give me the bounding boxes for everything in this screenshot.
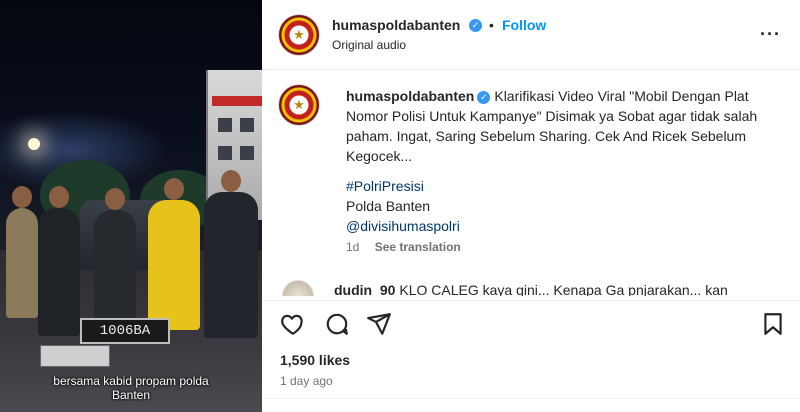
comment-item: dudin_90 KLO CALEG kaya gini... Kenapa G… xyxy=(262,272,800,296)
person xyxy=(38,186,80,336)
street-light xyxy=(28,138,40,150)
building-window xyxy=(240,118,254,132)
likes-count[interactable]: 1,590 likes xyxy=(280,352,350,368)
person xyxy=(94,188,136,330)
audio-label[interactable]: Original audio xyxy=(332,38,406,52)
caption-line-polda: Polda Banten xyxy=(346,198,431,214)
video-subtitle-line1: bersama kabid propam polda xyxy=(53,374,209,388)
post-time[interactable]: 1 day ago xyxy=(280,374,333,388)
follow-button[interactable]: Follow xyxy=(502,17,546,33)
heart-icon[interactable] xyxy=(280,311,306,337)
person xyxy=(148,178,200,330)
comment-icon[interactable] xyxy=(324,311,350,337)
author-username[interactable]: humaspoldabanten xyxy=(332,17,460,33)
action-bar xyxy=(262,300,800,344)
comment-text: KLO CALEG kaya gini... Kenapa Ga pnjarak… xyxy=(399,282,728,296)
license-plate-small xyxy=(40,345,110,367)
verified-badge-icon: ✓ xyxy=(469,19,482,32)
verified-badge-icon: ✓ xyxy=(477,91,491,104)
share-icon[interactable] xyxy=(366,311,392,337)
building-window xyxy=(240,146,254,160)
video-subtitle: bersama kabid propam polda Banten xyxy=(0,374,262,402)
video-subtitle-line2: Banten xyxy=(111,388,151,402)
caption-meta: 1d See translation xyxy=(346,240,461,254)
person xyxy=(6,186,38,318)
bookmark-icon[interactable] xyxy=(760,311,786,337)
commenter-username[interactable]: dudin_90 xyxy=(334,282,395,296)
comment-body: dudin_90 KLO CALEG kaya gini... Kenapa G… xyxy=(334,282,728,296)
caption-age: 1d xyxy=(346,240,360,254)
caption-username[interactable]: humaspoldabanten xyxy=(346,88,474,104)
building-stripe xyxy=(212,96,262,106)
see-translation-link[interactable]: See translation xyxy=(375,240,461,254)
mention-link[interactable]: @divisihumaspolri xyxy=(346,218,460,234)
building-window xyxy=(218,118,232,132)
more-horizontal-icon[interactable]: ··· xyxy=(760,24,781,45)
author-avatar[interactable]: ★ xyxy=(278,14,320,56)
video-player[interactable]: 1006BA bersama kabid propam polda Banten xyxy=(0,0,262,412)
commenter-avatar[interactable] xyxy=(282,280,314,296)
license-plate: 1006BA xyxy=(80,318,170,344)
divider xyxy=(262,398,800,399)
building-window xyxy=(218,146,232,160)
hashtag-link[interactable]: #PolriPresisi xyxy=(346,178,424,194)
separator-dot: • xyxy=(489,17,494,33)
caption-avatar[interactable]: ★ xyxy=(278,84,320,126)
person xyxy=(204,170,258,338)
post-caption: humaspoldabanten ✓ Klarifikasi Video Viral… xyxy=(346,86,766,166)
post-header: ★ humaspoldabanten ✓ • Follow Original a… xyxy=(262,0,800,70)
post-panel: ★ humaspoldabanten ✓ • Follow Original a… xyxy=(262,0,800,412)
